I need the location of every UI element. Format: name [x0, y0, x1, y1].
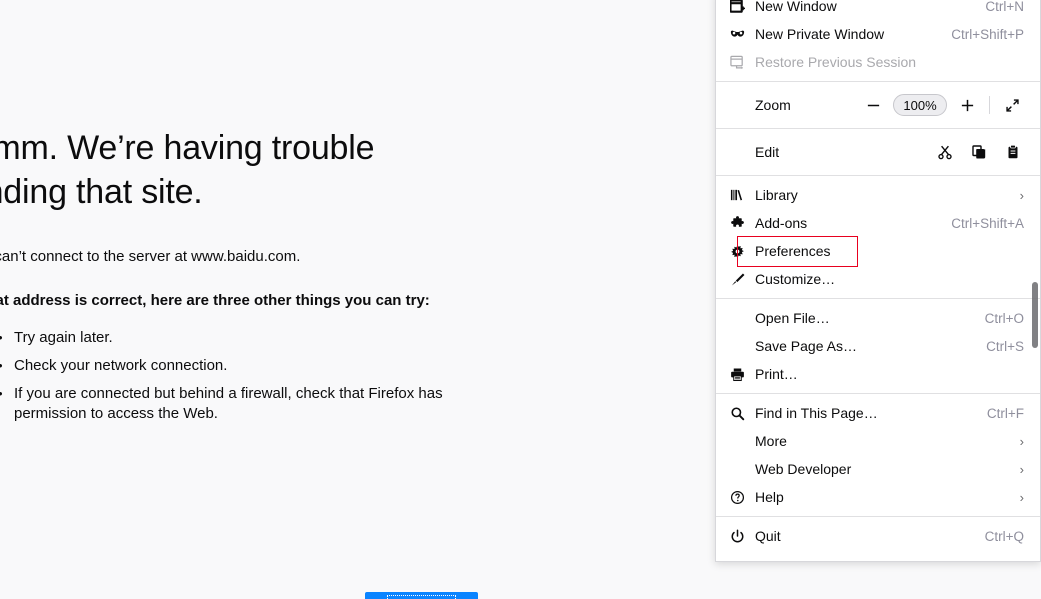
- menu-item-shortcut: Ctrl+N: [985, 0, 1024, 14]
- menu-item-add-ons[interactable]: Add-ons Ctrl+Shift+A: [716, 209, 1040, 237]
- menu-item-shortcut: Ctrl+Shift+P: [951, 26, 1024, 42]
- menu-item-shortcut: Ctrl+Q: [984, 528, 1024, 544]
- menu-item-label: Customize…: [755, 271, 836, 287]
- menu-separator: [716, 175, 1040, 176]
- power-icon: [728, 528, 746, 544]
- menu-item-label: New Private Window: [755, 26, 885, 42]
- menu-item-label: Help: [755, 489, 784, 505]
- customize-brush-icon: [728, 271, 746, 287]
- copy-icon[interactable]: [962, 138, 996, 166]
- menu-item-label: New Window: [755, 0, 837, 14]
- menu-item-preferences[interactable]: Preferences: [716, 237, 1040, 265]
- menu-item-label: Restore Previous Session: [755, 54, 917, 70]
- list-item: Check your network connection.: [0, 356, 464, 376]
- paste-clipboard-icon[interactable]: [996, 138, 1030, 166]
- screen-root: Hmm. We’re having trouble finding that s…: [0, 0, 1041, 599]
- zoom-divider: [989, 96, 990, 114]
- menu-item-shortcut: Ctrl+O: [984, 310, 1024, 326]
- menu-separator: [716, 298, 1040, 299]
- menu-item-new-window[interactable]: New Window Ctrl+N: [716, 0, 1040, 20]
- restore-session-icon: [728, 54, 746, 70]
- error-suggestion-list: Try again later. Check your network conn…: [0, 328, 488, 424]
- edit-row: Edit: [716, 134, 1040, 170]
- chevron-right-icon: ›: [1019, 433, 1024, 449]
- panel-scrollbar[interactable]: [1030, 0, 1040, 561]
- preferences-gear-icon: [728, 243, 746, 259]
- menu-separator: [716, 516, 1040, 517]
- web-developer-icon-slot: [728, 461, 746, 477]
- addons-puzzle-icon: [728, 215, 746, 231]
- error-short-description: We can’t connect to the server at www.ba…: [0, 248, 301, 265]
- save-page-icon-slot: [728, 338, 746, 354]
- chevron-right-icon: ›: [1019, 489, 1024, 505]
- menu-separator: [716, 128, 1040, 129]
- list-item: Try again later.: [0, 328, 464, 348]
- menu-item-shortcut: Ctrl+F: [986, 405, 1024, 421]
- menu-item-help[interactable]: Help ›: [716, 483, 1040, 511]
- menu-item-new-private-window[interactable]: New Private Window Ctrl+Shift+P: [716, 20, 1040, 48]
- menu-item-label: Print…: [755, 366, 798, 382]
- menu-item-more[interactable]: More ›: [716, 427, 1040, 455]
- zoom-level-value: 100%: [903, 97, 937, 113]
- menu-item-print[interactable]: Print…: [716, 360, 1040, 388]
- error-suggestions-lead: If that address is correct, here are thr…: [0, 292, 430, 309]
- menu-separator: [716, 81, 1040, 82]
- menu-item-customize[interactable]: Customize…: [716, 265, 1040, 293]
- menu-item-label: Web Developer: [755, 461, 852, 477]
- chevron-right-icon: ›: [1019, 187, 1024, 203]
- zoom-level-reset-button[interactable]: 100%: [893, 94, 947, 116]
- cut-scissors-icon[interactable]: [928, 138, 962, 166]
- menu-item-library[interactable]: Library ›: [716, 181, 1040, 209]
- help-circle-icon: [728, 489, 746, 505]
- menu-item-label: Quit: [755, 528, 781, 544]
- chevron-right-icon: ›: [1019, 461, 1024, 477]
- menu-item-label: Add-ons: [755, 215, 808, 231]
- menu-item-label: Library: [755, 187, 798, 203]
- zoom-in-button[interactable]: [951, 91, 983, 119]
- menu-item-label: More: [755, 433, 787, 449]
- menu-item-find-in-this-page[interactable]: Find in This Page… Ctrl+F: [716, 399, 1040, 427]
- menu-separator: [716, 393, 1040, 394]
- zoom-controls: 100%: [857, 91, 1028, 119]
- menu-item-shortcut: Ctrl+S: [986, 338, 1024, 354]
- more-icon-slot: [728, 433, 746, 449]
- search-icon: [728, 405, 746, 421]
- printer-icon: [728, 366, 746, 382]
- list-item: If you are connected but behind a firewa…: [0, 384, 464, 424]
- menu-item-save-page-as[interactable]: Save Page As… Ctrl+S: [716, 332, 1040, 360]
- try-again-button[interactable]: Try Again: [365, 592, 478, 599]
- fullscreen-button[interactable]: [996, 91, 1028, 119]
- zoom-row: Zoom 100%: [716, 87, 1040, 123]
- page-title: Hmm. We’re having trouble finding that s…: [0, 129, 375, 211]
- edit-row-label: Edit: [755, 144, 780, 160]
- error-page-content: Hmm. We’re having trouble finding that s…: [0, 0, 715, 599]
- open-file-icon-slot: [728, 310, 746, 326]
- try-again-button-row: Try Again: [0, 592, 478, 599]
- private-window-mask-icon: [728, 26, 746, 42]
- menu-item-label: Preferences: [755, 243, 831, 259]
- menu-item-label: Save Page As…: [755, 338, 857, 354]
- menu-item-shortcut: Ctrl+Shift+A: [951, 215, 1024, 231]
- menu-item-web-developer[interactable]: Web Developer ›: [716, 455, 1040, 483]
- app-menu-panel[interactable]: New Window Ctrl+N New Private Window Ctr…: [715, 0, 1041, 562]
- menu-item-restore-previous-session: Restore Previous Session: [716, 48, 1040, 76]
- library-icon: [728, 187, 746, 203]
- error-page-inner: Hmm. We’re having trouble finding that s…: [0, 126, 488, 599]
- menu-item-quit[interactable]: Quit Ctrl+Q: [716, 522, 1040, 550]
- new-window-icon: [728, 0, 746, 14]
- menu-item-label: Open File…: [755, 310, 830, 326]
- menu-item-open-file[interactable]: Open File… Ctrl+O: [716, 304, 1040, 332]
- panel-scrollbar-thumb[interactable]: [1032, 282, 1038, 348]
- zoom-out-button[interactable]: [857, 91, 889, 119]
- menu-item-label: Find in This Page…: [755, 405, 878, 421]
- zoom-row-label: Zoom: [755, 97, 791, 113]
